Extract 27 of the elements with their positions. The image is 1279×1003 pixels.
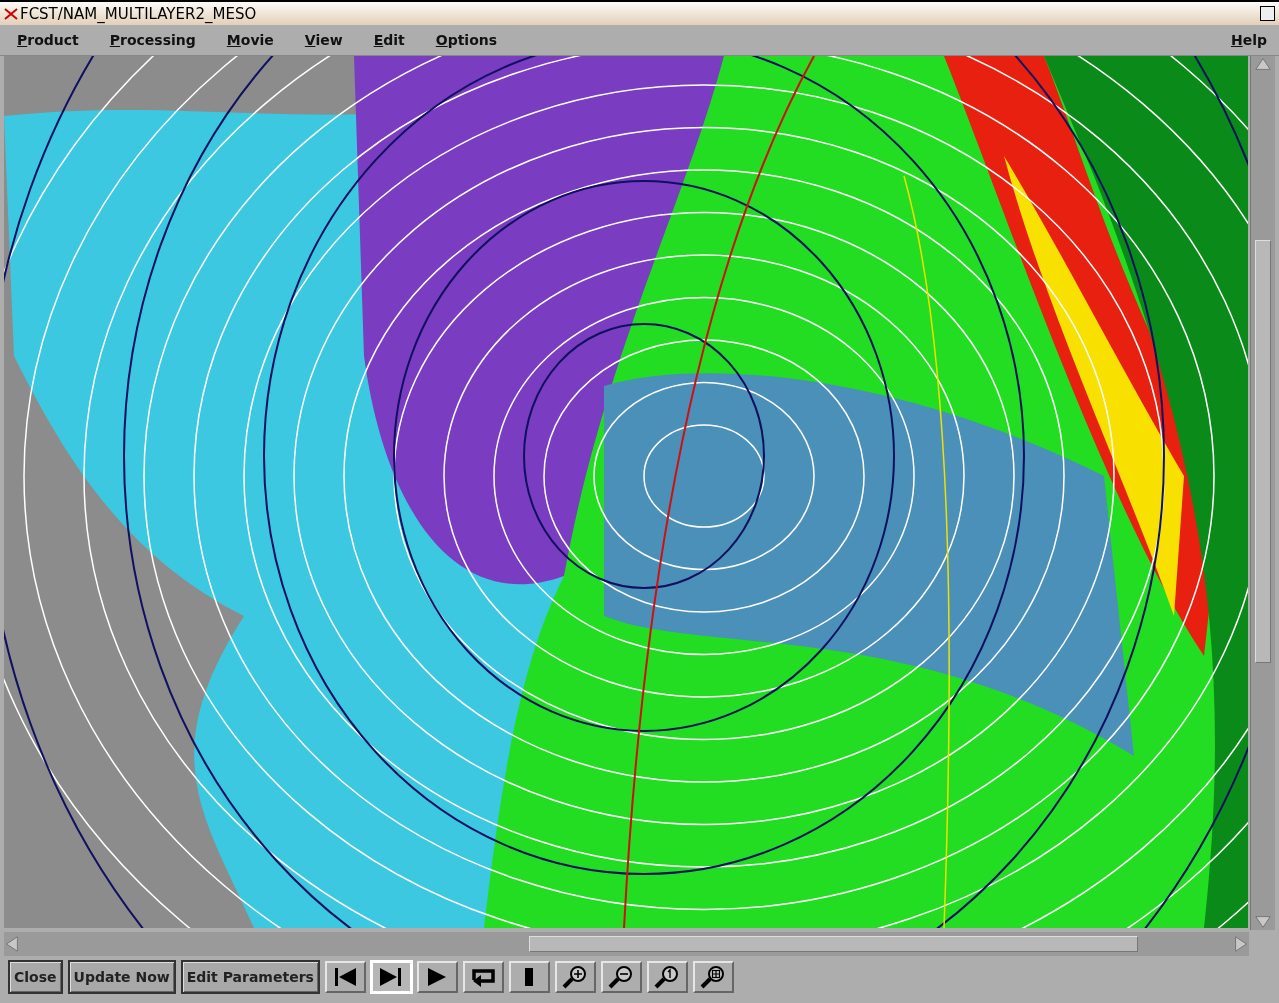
close-x-icon[interactable] bbox=[4, 7, 18, 20]
horizontal-scrollbar[interactable] bbox=[4, 932, 1249, 956]
menu-item[interactable]: Processing bbox=[109, 32, 196, 48]
toolbar-button[interactable]: Edit Parameters bbox=[180, 960, 320, 994]
tool-button[interactable] bbox=[646, 961, 688, 993]
menu-item[interactable]: Product bbox=[17, 32, 79, 48]
toolbar-button[interactable]: Update Now bbox=[67, 960, 176, 994]
tool-button[interactable] bbox=[692, 961, 734, 993]
menu-item[interactable]: Movie bbox=[226, 32, 274, 48]
vertical-scrollbar[interactable] bbox=[1250, 56, 1275, 930]
scrollbar-thumb[interactable] bbox=[529, 936, 1138, 952]
menu-item[interactable]: Edit bbox=[373, 32, 405, 48]
stop-icon bbox=[525, 968, 534, 986]
toolbar-button[interactable]: Close bbox=[8, 960, 63, 994]
tool-button[interactable] bbox=[462, 961, 504, 993]
scrollbar-thumb[interactable] bbox=[1255, 240, 1271, 664]
tool-button[interactable] bbox=[508, 961, 550, 993]
menu-item[interactable]: View bbox=[304, 32, 343, 48]
menu-item[interactable]: Options bbox=[435, 32, 498, 48]
window-title: FCST/NAM_MULTILAYER2_MESO bbox=[20, 4, 257, 23]
tool-button[interactable] bbox=[600, 961, 642, 993]
tool-button[interactable] bbox=[324, 961, 366, 993]
tool-button[interactable] bbox=[416, 961, 458, 993]
scroll-right-arrow[interactable] bbox=[1233, 935, 1249, 953]
maximize-button[interactable] bbox=[1260, 6, 1275, 21]
tool-button[interactable] bbox=[554, 961, 596, 993]
help-menu[interactable]: Help bbox=[1230, 32, 1267, 48]
